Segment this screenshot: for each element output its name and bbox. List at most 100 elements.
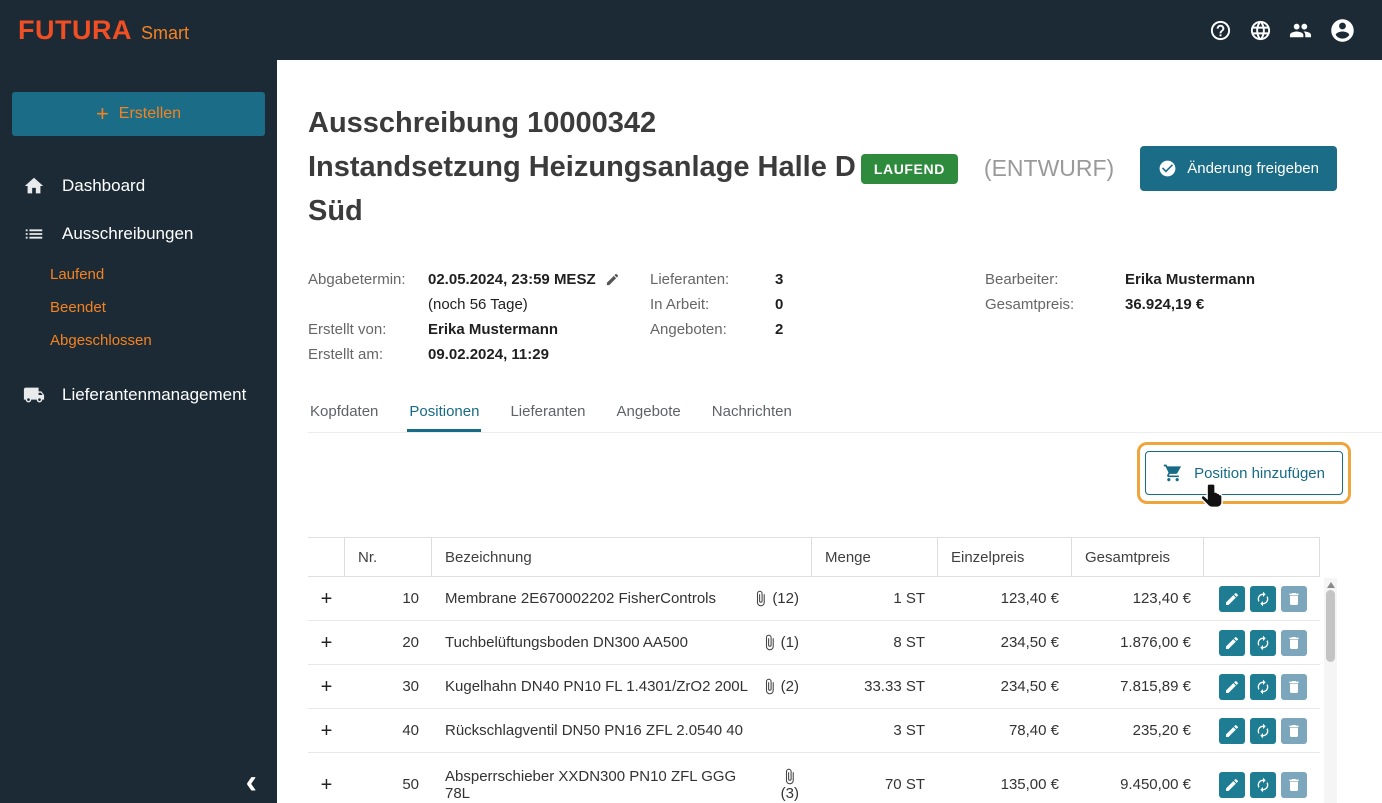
refresh-position-button[interactable] xyxy=(1250,673,1276,700)
position-number: 30 xyxy=(402,678,419,695)
release-change-button[interactable]: Änderung freigeben xyxy=(1140,146,1337,191)
check-circle-icon xyxy=(1159,160,1176,177)
mouse-cursor-hand xyxy=(1200,483,1223,509)
sidebar-nav: Dashboard Ausschreibungen Laufend Beende… xyxy=(0,162,277,419)
refresh-position-button[interactable] xyxy=(1250,585,1276,612)
table-toolbar: Position hinzufügen xyxy=(308,433,1382,537)
trash-icon xyxy=(1289,636,1299,649)
attachments-badge[interactable]: (1) xyxy=(761,634,799,651)
sync-icon xyxy=(1257,635,1269,650)
edit-deadline-icon[interactable] xyxy=(605,272,620,287)
cart-icon xyxy=(1163,464,1182,482)
tab-kopfdaten[interactable]: Kopfdaten xyxy=(308,393,380,432)
expand-row-button[interactable]: + xyxy=(321,677,333,697)
position-unit-price: 234,50 € xyxy=(1000,634,1059,651)
attachment-count: (2) xyxy=(780,678,799,695)
delete-position-button[interactable] xyxy=(1281,771,1307,798)
draft-label: (ENTWURF) xyxy=(983,155,1115,181)
position-total-price: 1.876,00 € xyxy=(1120,634,1191,651)
table-row: + 30 Kugelhahn DN40 PN10 FL 1.4301/ZrO2 … xyxy=(308,665,1320,709)
tab-angebote[interactable]: Angebote xyxy=(615,393,683,432)
edit-position-button[interactable] xyxy=(1219,717,1245,744)
deadline-remaining: (noch 56 Tage) xyxy=(428,296,528,313)
add-position-label: Position hinzufügen xyxy=(1194,464,1325,482)
sidebar-item-lieferantenmanagement[interactable]: Lieferantenmanagement xyxy=(0,371,277,419)
sync-icon xyxy=(1257,679,1269,694)
pencil-icon xyxy=(1226,724,1239,737)
meta-section: Abgabetermin: 02.05.2024, 23:59 MESZ (no… xyxy=(308,267,1382,367)
brand-suffix: Smart xyxy=(140,22,189,43)
expand-row-button[interactable]: + xyxy=(321,589,333,609)
header-actions: LAUFEND (ENTWURF) Änderung freigeben xyxy=(860,146,1337,191)
collapse-sidebar-chevron[interactable]: ‹ xyxy=(246,765,257,799)
expand-row-button[interactable]: + xyxy=(321,775,333,795)
scrollbar-thumb[interactable] xyxy=(1326,590,1335,662)
scroll-up-arrow-icon[interactable] xyxy=(1326,582,1335,588)
position-unit-price: 135,00 € xyxy=(1000,776,1059,793)
tab-bar: Kopfdaten Positionen Lieferanten Angebot… xyxy=(308,393,1382,433)
account-icon[interactable] xyxy=(1329,17,1356,44)
position-number: 20 xyxy=(402,634,419,651)
expand-row-button[interactable]: + xyxy=(321,721,333,741)
column-header-nr: Nr. xyxy=(345,538,432,576)
app-logo[interactable]: FUTURA Smart xyxy=(18,15,189,46)
created-by-value: Erika Mustermann xyxy=(428,321,559,338)
sidebar-item-dashboard[interactable]: Dashboard xyxy=(0,162,277,210)
sidebar-subitem-laufend[interactable]: Laufend xyxy=(0,258,277,291)
refresh-position-button[interactable] xyxy=(1250,717,1276,744)
expand-row-button[interactable]: + xyxy=(321,633,333,653)
position-total-price: 235,20 € xyxy=(1132,722,1191,739)
tab-lieferanten[interactable]: Lieferanten xyxy=(508,393,587,432)
table-row: + 40 Rückschlagventil DN50 PN16 ZFL 2.05… xyxy=(308,709,1320,753)
attachments-badge[interactable]: (3) xyxy=(781,768,799,802)
column-header-bezeichnung: Bezeichnung xyxy=(432,538,812,576)
table-row: + 20 Tuchbelüftungsboden DN300 AA500 (1)… xyxy=(308,621,1320,665)
sidebar-item-ausschreibungen[interactable]: Ausschreibungen xyxy=(0,210,277,258)
expand-column-header xyxy=(308,538,345,576)
column-header-actions xyxy=(1204,538,1320,576)
position-name: Kugelhahn DN40 PN10 FL 1.4301/ZrO2 200L xyxy=(445,678,748,695)
list-icon xyxy=(25,229,43,239)
position-qty: 1 ST xyxy=(893,590,925,607)
sidebar-item-label: Ausschreibungen xyxy=(62,224,194,243)
edit-position-button[interactable] xyxy=(1219,629,1245,656)
tab-positionen[interactable]: Positionen xyxy=(407,393,482,432)
suppliers-label: Lieferanten: xyxy=(650,271,730,288)
create-button[interactable]: + Erstellen xyxy=(12,92,265,136)
table-row: + 50 Absperrschieber XXDN300 PN10 ZFL GG… xyxy=(308,753,1320,803)
help-icon[interactable] xyxy=(1209,19,1232,42)
position-number: 10 xyxy=(402,590,419,607)
created-at-label: Erstellt am: xyxy=(308,346,384,363)
offers-value: 2 xyxy=(775,321,784,338)
attachments-badge[interactable]: (12) xyxy=(752,590,799,607)
delete-position-button[interactable] xyxy=(1281,673,1307,700)
edit-position-button[interactable] xyxy=(1219,585,1245,612)
position-name: Tuchbelüftungsboden DN300 AA500 xyxy=(445,634,688,651)
deadline-value: 02.05.2024, 23:59 MESZ xyxy=(428,271,596,288)
delete-position-button[interactable] xyxy=(1281,717,1307,744)
plus-icon: + xyxy=(95,101,109,126)
delete-position-button[interactable] xyxy=(1281,629,1307,656)
edit-position-button[interactable] xyxy=(1219,771,1245,798)
refresh-position-button[interactable] xyxy=(1250,771,1276,798)
trash-icon xyxy=(1289,724,1299,737)
delete-position-button[interactable] xyxy=(1281,585,1307,612)
paperclip-icon xyxy=(765,678,774,695)
position-qty: 8 ST xyxy=(893,634,925,651)
table-scrollbar[interactable] xyxy=(1324,578,1337,803)
language-globe-icon[interactable] xyxy=(1249,19,1272,42)
position-name: Absperrschieber XXDN300 PN10 ZFL GGG 78L xyxy=(445,767,737,802)
position-qty: 3 ST xyxy=(893,722,925,739)
edit-position-button[interactable] xyxy=(1219,673,1245,700)
attachment-count: (1) xyxy=(780,634,799,651)
users-icon[interactable] xyxy=(1289,19,1312,42)
column-header-gesamtpreis: Gesamtpreis xyxy=(1072,538,1204,576)
add-position-button[interactable]: Position hinzufügen xyxy=(1145,451,1343,495)
sidebar-subitem-abgeschlossen[interactable]: Abgeschlossen xyxy=(0,324,277,357)
sidebar-subitem-beendet[interactable]: Beendet xyxy=(0,291,277,324)
top-bar: FUTURA Smart xyxy=(0,0,1382,60)
tab-nachrichten[interactable]: Nachrichten xyxy=(710,393,794,432)
attachments-badge[interactable]: (2) xyxy=(761,678,799,695)
attachment-count: (12) xyxy=(772,590,799,607)
refresh-position-button[interactable] xyxy=(1250,629,1276,656)
